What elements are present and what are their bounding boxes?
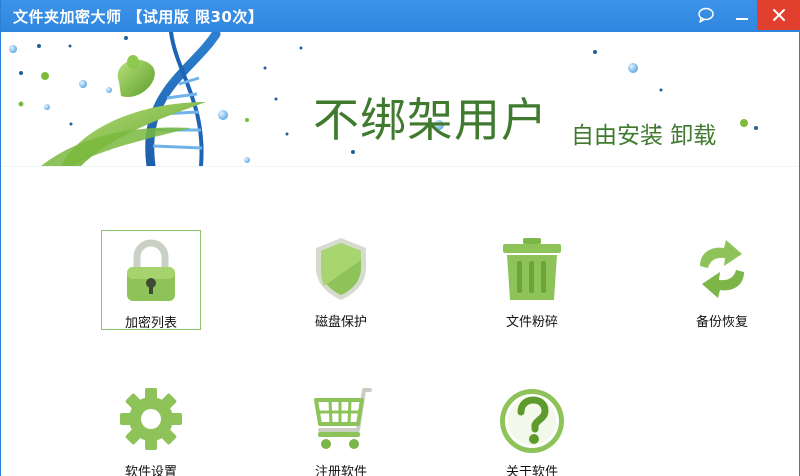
shield-icon	[316, 238, 366, 300]
settings-tile[interactable]: 软件设置	[101, 380, 201, 476]
disk-protect-tile[interactable]: 磁盘保护	[291, 230, 391, 330]
minimize-button[interactable]	[725, 0, 759, 30]
about-tile[interactable]: 关于软件	[482, 380, 582, 476]
minimize-icon	[736, 18, 748, 20]
question-icon	[500, 389, 564, 453]
register-tile[interactable]: 注册软件	[291, 380, 391, 476]
trash-icon	[503, 238, 561, 300]
close-button[interactable]	[757, 0, 799, 30]
banner-subslogan: 自由安装 卸载	[571, 123, 717, 149]
speech-bubble-icon	[698, 7, 714, 23]
window-title: 文件夹加密大师 【试用版 限30次】	[13, 8, 264, 26]
shopping-cart-icon	[314, 388, 372, 449]
backup-restore-tile[interactable]: 备份恢复	[672, 230, 772, 330]
tile-label: 软件设置	[124, 465, 177, 476]
title-bar[interactable]: 文件夹加密大师 【试用版 限30次】	[1, 0, 799, 32]
feedback-button[interactable]	[689, 0, 723, 30]
tile-label: 关于软件	[505, 465, 558, 476]
tile-label: 备份恢复	[695, 315, 748, 330]
app-window: 文件夹加密大师 【试用版 限30次】 不绑架用户 自由安装 卸载 加密列表 磁盘…	[0, 0, 800, 476]
padlock-icon	[127, 239, 175, 301]
banner-slogan: 不绑架用户	[313, 93, 548, 147]
banner: 不绑架用户 自由安装 卸载	[1, 32, 799, 167]
tile-label: 加密列表	[124, 316, 177, 331]
close-icon	[773, 9, 785, 21]
gear-icon	[120, 388, 182, 450]
file-shred-tile[interactable]: 文件粉碎	[482, 230, 582, 330]
tile-label: 注册软件	[314, 465, 367, 476]
sync-arrows-icon	[700, 240, 744, 298]
tile-label: 磁盘保护	[314, 315, 367, 330]
encrypt-list-tile[interactable]: 加密列表	[101, 230, 201, 331]
tile-label: 文件粉碎	[505, 315, 558, 330]
